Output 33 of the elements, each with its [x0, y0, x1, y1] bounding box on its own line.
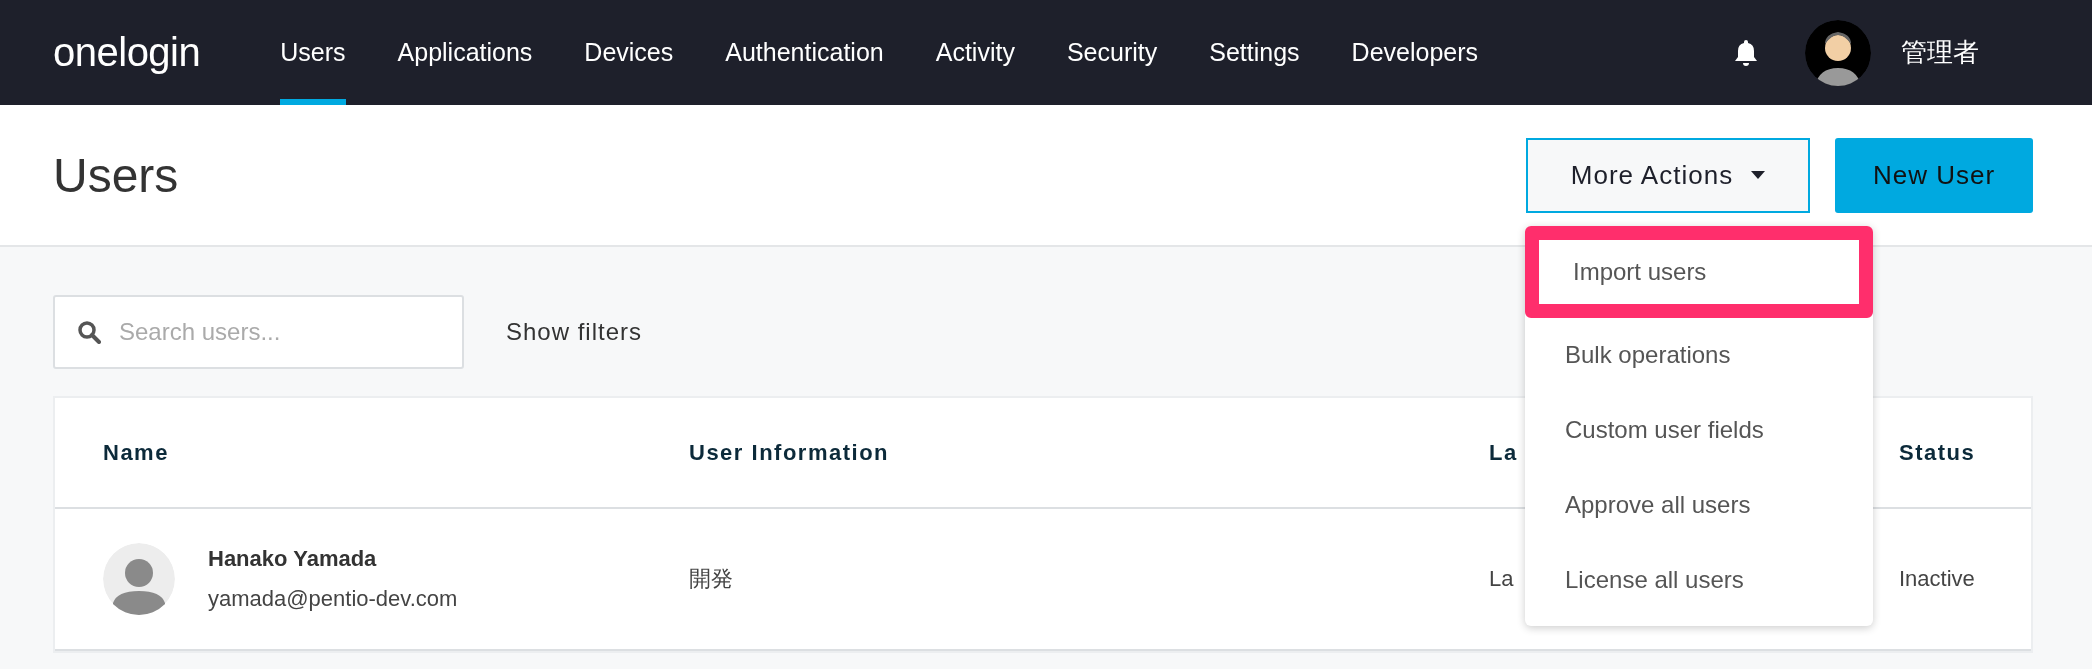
nav-tab[interactable]: Applications	[397, 0, 533, 105]
person-icon	[103, 543, 175, 615]
show-filters-link[interactable]: Show filters	[506, 318, 643, 346]
more-actions-button[interactable]: More Actions	[1526, 137, 1810, 213]
column-header[interactable]: User Information	[689, 439, 890, 466]
column-header[interactable]: La	[1489, 439, 1518, 466]
nav-tab[interactable]: Activity	[935, 0, 1015, 105]
new-user-button[interactable]: New User	[1835, 137, 2033, 213]
user-email: yamada@pentio-dev.com	[208, 586, 458, 612]
nav-tab[interactable]: Authentication	[725, 0, 884, 105]
page-title: Users	[53, 147, 180, 203]
menu-item[interactable]: Approve all users	[1525, 467, 1873, 543]
bell-icon[interactable]	[1733, 38, 1759, 67]
user-name[interactable]: 管理者	[1901, 35, 1979, 70]
menu-item[interactable]: License all users	[1525, 542, 1873, 618]
caret-icon	[1751, 171, 1766, 179]
menu-item[interactable]: Bulk operations	[1525, 317, 1873, 393]
nav-tab[interactable]: Devices	[584, 0, 674, 105]
avatar-icon[interactable]	[1805, 19, 1871, 86]
column-header[interactable]: Status	[1899, 439, 1976, 466]
table-cell-text: 開発	[689, 565, 733, 593]
nav-tab[interactable]: Settings	[1209, 0, 1300, 105]
menu-item[interactable]: Import users	[1525, 225, 1873, 318]
nav-tab[interactable]: Security	[1066, 0, 1158, 105]
search-field[interactable]: Search users...	[53, 295, 464, 369]
user-name[interactable]: Hanako Yamada	[208, 546, 458, 572]
menu-item[interactable]: Custom user fields	[1525, 392, 1873, 468]
table-cell: La	[1489, 566, 1514, 592]
status-cell: Inactive	[1899, 566, 1975, 592]
column-header[interactable]: Name	[103, 439, 169, 466]
nav-tab[interactable]: Developers	[1351, 0, 1479, 105]
search-icon	[77, 320, 101, 344]
logo: onelogin	[53, 30, 201, 75]
